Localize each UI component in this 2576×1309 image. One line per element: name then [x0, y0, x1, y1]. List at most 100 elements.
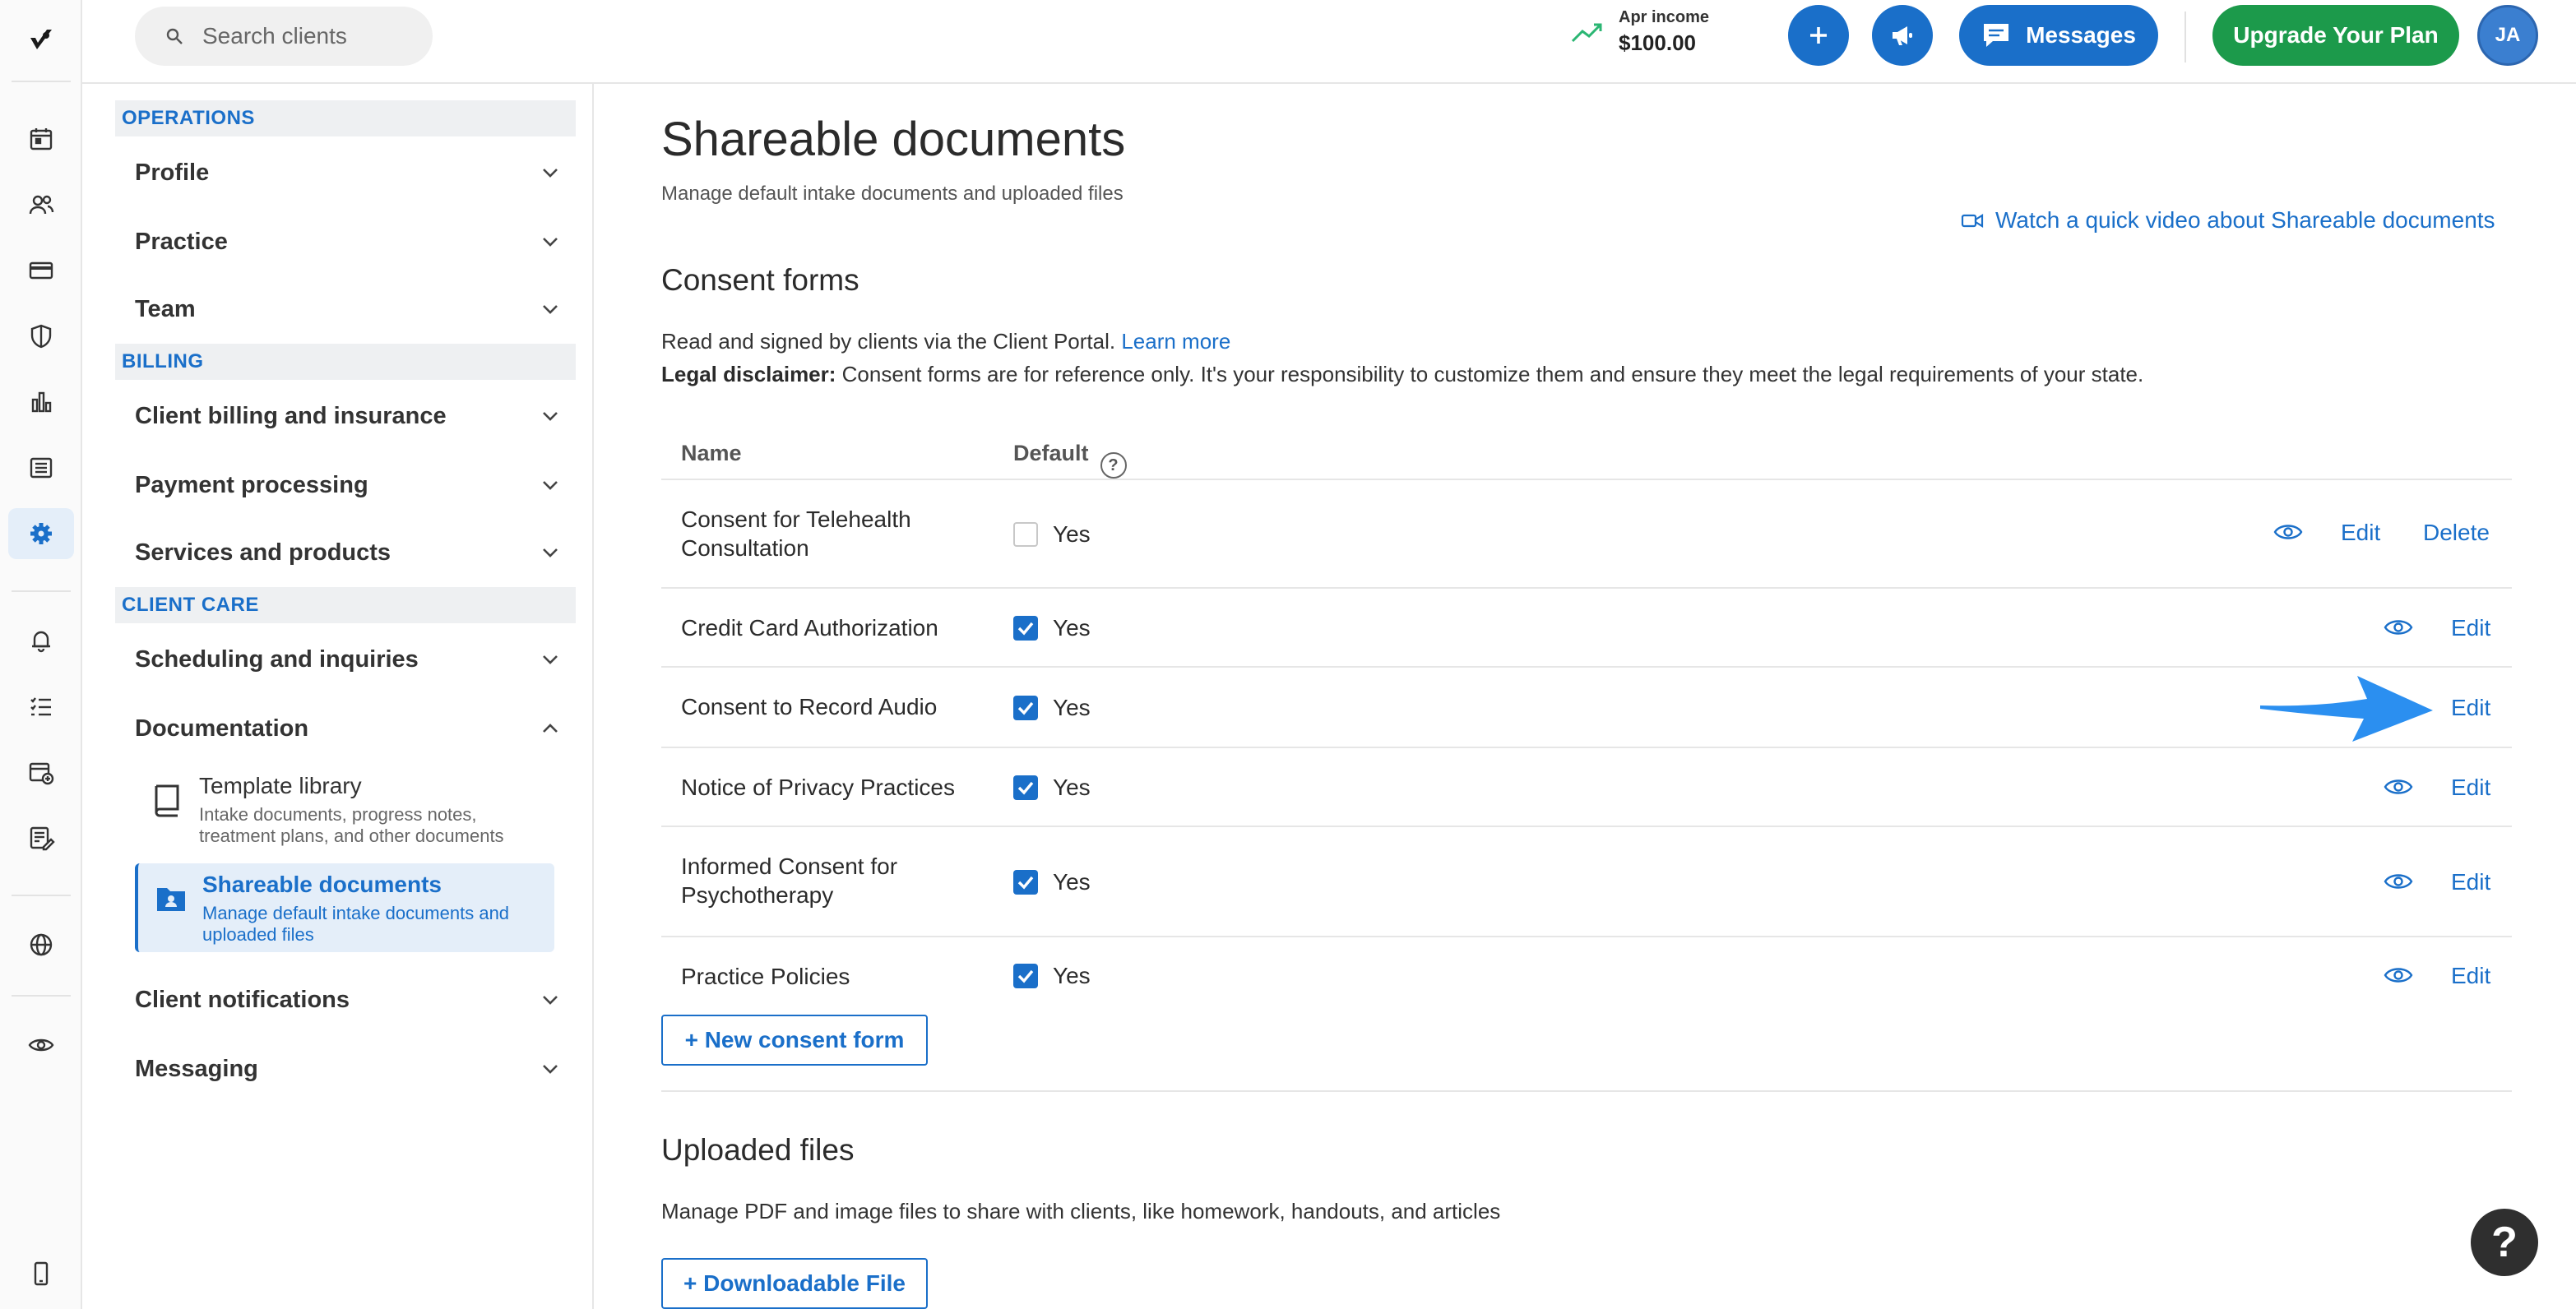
edit-link[interactable]: Edit: [2451, 695, 2490, 721]
chevron-down-icon: [543, 1065, 558, 1074]
chevron-down-icon: [543, 548, 558, 557]
sidebar-item-team[interactable]: Team: [115, 283, 576, 335]
consent-form-name: Consent for Telehealth Consultation: [681, 506, 911, 561]
sidebar-item-practice[interactable]: Practice: [115, 215, 576, 268]
table-row: Practice Policies Yes Edit: [661, 937, 2512, 1008]
chevron-down-icon: [543, 996, 558, 1005]
chevron-down-icon: [543, 412, 558, 421]
edit-link[interactable]: Edit: [2341, 520, 2380, 546]
sidebar-item-client-notifications[interactable]: Client notifications: [115, 974, 576, 1026]
client-search[interactable]: [135, 7, 433, 66]
reports-list-icon[interactable]: [8, 442, 74, 493]
settings-sidebar: OPERATIONS Profile Practice Team BILLING…: [82, 84, 594, 1309]
default-checkbox[interactable]: [1013, 775, 1038, 800]
income-label: Apr income: [1619, 8, 1710, 26]
downloadable-file-button[interactable]: + Downloadable File: [661, 1258, 928, 1309]
chevron-down-icon: [543, 655, 558, 664]
edit-link[interactable]: Edit: [2451, 963, 2490, 989]
default-checkbox[interactable]: [1013, 964, 1038, 988]
top-bar: Apr income $100.00 Messages Upgrade Your…: [82, 0, 2576, 84]
chevron-down-icon: [543, 238, 558, 247]
edit-link[interactable]: Edit: [2451, 615, 2490, 641]
default-yes-label: Yes: [1053, 869, 1091, 895]
pointer-arrow-icon: [2260, 676, 2433, 742]
documents-edit-icon[interactable]: [8, 812, 74, 863]
help-button[interactable]: ?: [2471, 1209, 2538, 1276]
insurance-shield-icon[interactable]: [8, 311, 74, 362]
settings-gear-icon[interactable]: [8, 508, 74, 559]
calendar-icon[interactable]: [8, 113, 74, 164]
default-checkbox[interactable]: [1013, 870, 1038, 895]
edit-link[interactable]: Edit: [2451, 775, 2490, 801]
sidebar-item-profile[interactable]: Profile: [115, 146, 576, 199]
consent-form-name: Practice Policies: [681, 964, 850, 989]
page-subtitle: Manage default intake documents and uplo…: [661, 183, 1124, 205]
checkmark-icon: [1017, 701, 1034, 715]
website-globe-icon[interactable]: [8, 919, 74, 970]
income-summary[interactable]: Apr income $100.00: [1571, 8, 1709, 56]
table-row: Consent for Telehealth Consultation Yes …: [661, 480, 2512, 589]
notifications-bell-icon[interactable]: [8, 615, 74, 666]
megaphone-icon: [1893, 26, 1912, 45]
table-row: Notice of Privacy Practices Yes Edit: [661, 748, 2512, 827]
sidebar-item-scheduling[interactable]: Scheduling and inquiries: [115, 633, 576, 686]
uploaded-files-heading: Uploaded files: [661, 1133, 855, 1167]
column-name: Name: [681, 441, 742, 465]
chevron-down-icon: [543, 305, 558, 314]
watch-video-link[interactable]: Watch a quick video about Shareable docu…: [1961, 207, 2495, 234]
uploaded-files-description: Manage PDF and image files to share with…: [661, 1199, 1501, 1223]
clients-icon[interactable]: [8, 179, 74, 230]
analytics-icon[interactable]: [8, 377, 74, 428]
consent-form-name: Consent to Record Audio: [681, 694, 938, 719]
consent-form-name: Credit Card Authorization: [681, 615, 938, 641]
search-input[interactable]: [202, 23, 416, 49]
help-circle-icon[interactable]: ?: [1100, 452, 1127, 479]
preview-eye-icon[interactable]: [2384, 871, 2413, 892]
video-camera-icon: [1961, 214, 1984, 228]
delete-link[interactable]: Delete: [2423, 520, 2490, 546]
messages-button[interactable]: Messages: [1959, 5, 2158, 66]
section-operations: OPERATIONS: [115, 100, 576, 136]
table-row: Informed Consent for Psychotherapy Yes E…: [661, 827, 2512, 937]
income-value: $100.00: [1619, 30, 1696, 55]
tasks-checklist-icon[interactable]: [8, 681, 74, 732]
preview-eye-icon[interactable]: [2384, 964, 2413, 986]
book-icon: [155, 784, 179, 817]
default-checkbox[interactable]: [1013, 696, 1038, 720]
sidebar-item-client-billing[interactable]: Client billing and insurance: [115, 390, 576, 442]
checkmark-icon: [1017, 622, 1034, 636]
upgrade-plan-button[interactable]: Upgrade Your Plan: [2212, 5, 2459, 66]
icon-rail: [0, 0, 82, 1309]
mobile-app-icon[interactable]: [8, 1248, 74, 1299]
billing-card-icon[interactable]: [8, 245, 74, 296]
schedule-add-icon[interactable]: [8, 747, 74, 798]
avatar[interactable]: JA: [2477, 5, 2538, 66]
preview-eye-icon[interactable]: [2384, 617, 2413, 638]
sidebar-item-messaging[interactable]: Messaging: [115, 1043, 576, 1095]
sidebar-item-template-library[interactable]: Template library Intake documents, progr…: [135, 765, 554, 857]
shared-folder-icon: [157, 888, 185, 911]
preview-eye-icon[interactable]: [8, 1020, 74, 1071]
default-yes-label: Yes: [1053, 695, 1091, 720]
edit-link[interactable]: Edit: [2451, 869, 2490, 895]
sidebar-item-shareable-documents[interactable]: Shareable documents Manage default intak…: [135, 863, 554, 952]
search-icon: [166, 28, 183, 44]
chevron-up-icon: [543, 724, 558, 733]
create-new-button[interactable]: [1788, 5, 1849, 66]
default-checkbox[interactable]: [1013, 522, 1038, 547]
default-yes-label: Yes: [1053, 521, 1091, 547]
learn-more-link[interactable]: Learn more: [1121, 329, 1230, 354]
preview-eye-icon[interactable]: [2384, 776, 2413, 798]
logo-icon[interactable]: [8, 15, 74, 66]
default-checkbox[interactable]: [1013, 616, 1038, 641]
sidebar-item-payment-processing[interactable]: Payment processing: [115, 459, 576, 511]
announcements-button[interactable]: [1872, 5, 1933, 66]
new-consent-form-button[interactable]: + New consent form: [661, 1015, 928, 1066]
consent-form-name: Notice of Privacy Practices: [681, 775, 955, 800]
column-default: Default?: [1013, 441, 1127, 479]
chevron-down-icon: [543, 169, 558, 178]
sidebar-item-services-products[interactable]: Services and products: [115, 526, 576, 579]
preview-eye-icon[interactable]: [2273, 521, 2303, 543]
sidebar-item-documentation[interactable]: Documentation: [115, 702, 576, 755]
checkmark-icon: [1017, 781, 1034, 795]
